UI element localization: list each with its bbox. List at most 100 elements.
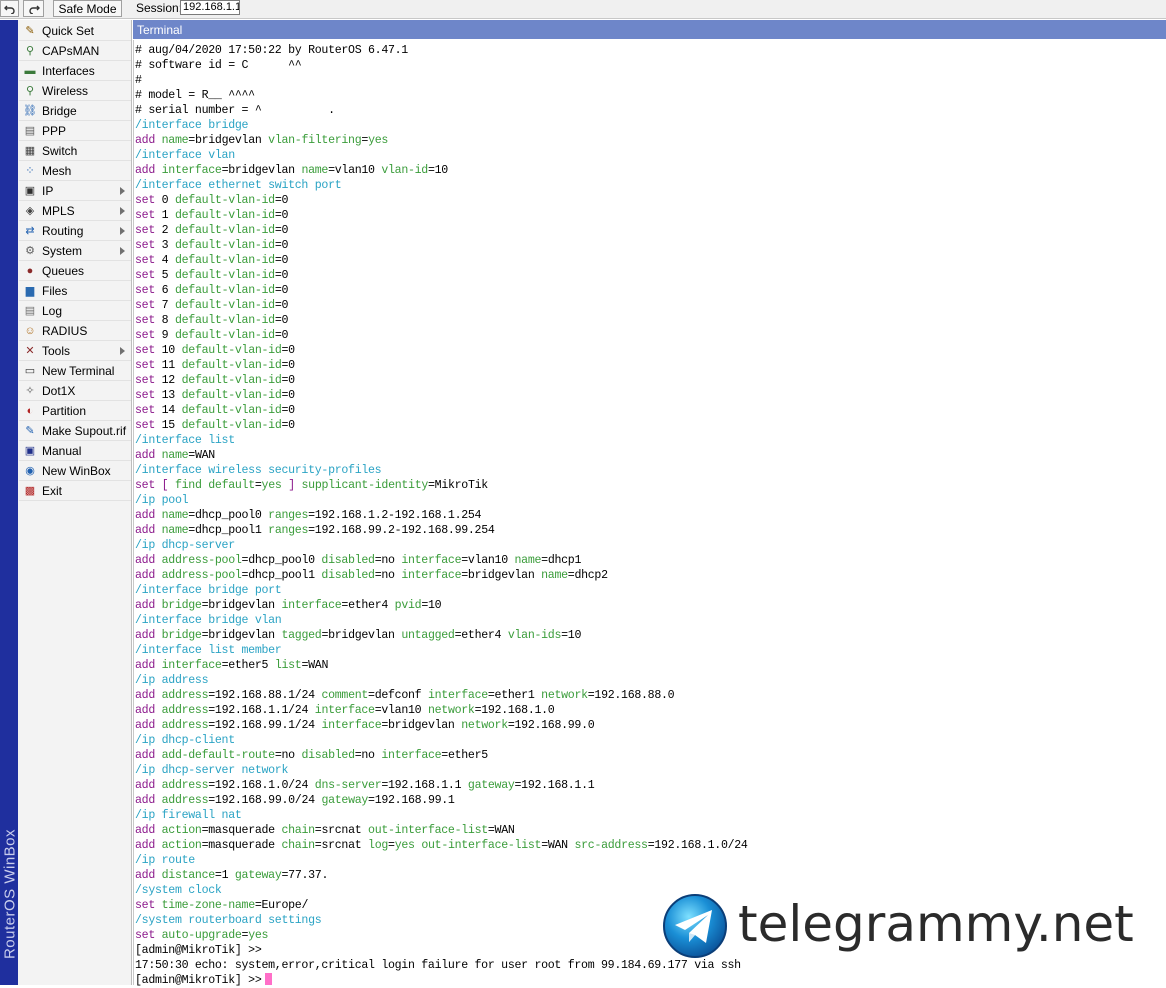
sidebar-item-capsman[interactable]: ⚲ CAPsMAN [19,42,131,61]
terminal-token: =0 [274,269,289,282]
sidebar-item-mesh[interactable]: ⁘ Mesh [19,162,131,181]
terminal-line: /ip address [135,673,748,688]
terminal-line: set 4 default-vlan-id=0 [135,253,748,268]
sidebar-item-make-supout-rif[interactable]: ✎ Make Supout.rif [19,422,131,441]
terminal-line: set 6 default-vlan-id=0 [135,283,748,298]
terminal-token: address [154,794,209,807]
terminal-token: 4 [154,254,169,267]
terminal-token: =vlan10 [328,164,375,177]
terminal-token: set [135,284,155,297]
terminal-line: add bridge=bridgevlan tagged=bridgevlan … [135,628,748,643]
sidebar-item-routing[interactable]: ⇄ Routing [19,222,131,241]
sidebar-item-exit[interactable]: ▩ Exit [19,482,131,501]
terminal-token: add [135,629,155,642]
sidebar-item-mpls[interactable]: ◈ MPLS [19,202,131,221]
terminal-line: add address=192.168.99.1/24 interface=br… [135,718,748,733]
sidebar-item-queues[interactable]: ● Queues [19,262,131,281]
capsman-icon: ⚲ [25,45,35,57]
terminal-line: set 5 default-vlan-id=0 [135,268,748,283]
terminal-token: =dhcp_pool1 [188,524,262,537]
sidebar-item-bridge[interactable]: ⛓ Bridge [19,102,131,121]
sidebar-item-label: Exit [42,484,63,498]
sidebar-item-wireless[interactable]: ⚲ Wireless [19,82,131,101]
terminal-token: =0 [274,299,289,312]
sidebar-item-dot1x[interactable]: ✧ Dot1X [19,382,131,401]
sidebar-item-system[interactable]: ⚙ System [19,242,131,261]
sidebar-item-switch[interactable]: ▦ Switch [19,142,131,161]
sidebar-item-label: CAPsMAN [42,44,100,58]
terminal-token: 1 [154,209,169,222]
terminal-token: =192.168.88.0 [587,689,675,702]
terminal-line: # [135,73,748,88]
sidebar-menu: ✎ Quick Set ⚲ CAPsMAN ▬ Interfaces ⚲ Wireless ⛓ B… [18,20,132,985]
terminal-token: =WAN [188,449,215,462]
terminal-token: =192.168.88.1/24 [208,689,315,702]
sidebar-item-tools[interactable]: ✕ Tools [19,342,131,361]
sidebar-item-label: PPP [42,124,67,138]
terminal-token: comment [314,689,369,702]
terminal-token: 10 [154,344,176,357]
terminal-line: /interface bridge vlan [135,613,748,628]
terminal-token: /system routerboard settings [135,914,322,927]
terminal-token: yes [394,839,415,852]
terminal-token: =WAN [541,839,568,852]
terminal-token: address [154,689,209,702]
terminal-token: set [135,359,155,372]
terminal-token: set [135,479,155,492]
terminal-token: out-interface-list [361,824,488,837]
radius-icon: ☺ [24,325,36,337]
safe-mode-button[interactable]: Safe Mode [53,0,122,17]
undo-button[interactable] [0,0,19,17]
terminal-token: =defconf [368,689,422,702]
terminal-token: set [135,299,155,312]
terminal-token: add [135,164,155,177]
terminal-token: default-vlan-id [168,209,275,222]
terminal-token: name [154,509,189,522]
terminal-line: set time-zone-name=Europe/ [135,898,748,913]
terminal-token: add [135,134,155,147]
terminal-token: =0 [274,239,289,252]
terminal-token: =0 [274,194,289,207]
terminal-token: =192.168.1.1 [514,779,595,792]
terminal-token: 3 [154,239,169,252]
sidebar-item-ppp[interactable]: ▤ PPP [19,122,131,141]
terminal-token: pvid [388,599,422,612]
terminal-token: =10 [427,164,448,177]
terminal-line: add add-default-route=no disabled=no int… [135,748,748,763]
wand-icon: ✎ [25,25,35,37]
sidebar-item-files[interactable]: ▆ Files [19,282,131,301]
sidebar-item-radius[interactable]: ☺ RADIUS [19,322,131,341]
sidebar-item-quick-set[interactable]: ✎ Quick Set [19,22,131,41]
sidebar-item-new-winbox[interactable]: ◉ New WinBox [19,462,131,481]
terminal-token: =0 [281,404,296,417]
terminal-token: 13 [154,389,176,402]
terminal-token: =srcnat [314,839,362,852]
terminal-line: /interface list [135,433,748,448]
sidebar-item-ip[interactable]: ▣ IP [19,182,131,201]
sidebar-item-interfaces[interactable]: ▬ Interfaces [19,62,131,81]
terminal-token: default-vlan-id [168,314,275,327]
terminal-line: set [ find default=yes ] supplicant-iden… [135,478,748,493]
terminal-line: set 7 default-vlan-id=0 [135,298,748,313]
sidebar-item-new-terminal[interactable]: ▭ New Terminal [19,362,131,381]
terminal-token: 0 [154,194,169,207]
sidebar-item-partition[interactable]: ◐ Partition [19,402,131,421]
watermark: telegrammy.net [662,893,1162,959]
terminal-line: # serial number = ^ . [135,103,748,118]
terminal-token: =WAN [487,824,515,837]
terminal-token: default-vlan-id [168,194,275,207]
session-input[interactable]: 192.168.1.1 [180,0,240,15]
sidebar-item-label: Quick Set [42,24,95,38]
terminal-token: set [135,389,155,402]
terminal-token: = [254,479,262,492]
terminal-token: gateway [461,779,515,792]
terminal-token: /interface list member [135,644,282,657]
partition-icon: ◐ [26,405,34,417]
terminal-output[interactable]: # aug/04/2020 17:50:22 by RouterOS 6.47.… [133,40,1166,987]
sidebar-item-manual[interactable]: ▣ Manual [19,442,131,461]
sidebar-item-label: Wireless [42,84,89,98]
sidebar-item-log[interactable]: ▤ Log [19,302,131,321]
terminal-token: vlan-ids [501,629,562,642]
redo-button[interactable] [23,0,44,17]
terminal-token: =vlan10 [461,554,508,567]
